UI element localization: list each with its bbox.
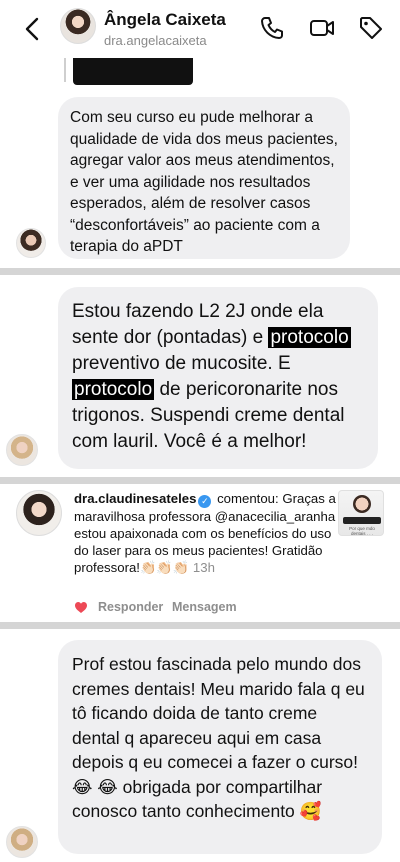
redacted-block bbox=[73, 58, 193, 85]
commenter-avatar[interactable] bbox=[16, 490, 62, 536]
highlighted-word: protocolo bbox=[72, 379, 155, 400]
comment-action: comentou: bbox=[213, 491, 279, 506]
message-bubble[interactable]: Estou fazendo L2 2J onde ela sente dor (… bbox=[58, 287, 378, 469]
contact-avatar[interactable] bbox=[60, 8, 96, 44]
tag-icon[interactable] bbox=[357, 14, 385, 42]
message-text: preventivo de mucosite. E bbox=[72, 353, 291, 374]
section-divider bbox=[0, 268, 400, 275]
verified-badge-icon: ✓ bbox=[198, 495, 212, 508]
highlighted-word: protocolo bbox=[268, 327, 351, 348]
sender-avatar bbox=[16, 228, 46, 258]
contact-username[interactable]: dra.angelacaixeta bbox=[104, 33, 207, 48]
thumbnail-caption: Por que mdo dentais . . . bbox=[349, 526, 375, 536]
thumbnail-banner bbox=[343, 517, 381, 524]
message-button[interactable]: Mensagem bbox=[172, 600, 237, 614]
comment-body: dra.claudinesateles ✓ comentou: Graças a … bbox=[74, 490, 336, 576]
phone-icon[interactable] bbox=[258, 14, 286, 42]
message-bubble[interactable]: Prof estou fascinada pelo mundo dos crem… bbox=[58, 640, 382, 854]
sender-avatar bbox=[6, 826, 38, 858]
message-bubble[interactable]: Com seu curso eu pude melhorar a qualida… bbox=[58, 97, 350, 259]
message-text: Prof estou fascinada pelo mundo dos crem… bbox=[72, 654, 365, 821]
comment-time: 13h bbox=[192, 560, 215, 575]
thumbnail-face bbox=[353, 495, 371, 513]
video-call-icon[interactable] bbox=[308, 14, 336, 42]
reply-button[interactable]: Responder bbox=[98, 600, 163, 614]
section-divider bbox=[0, 622, 400, 629]
message-text: Com seu curso eu pude melhorar a qualida… bbox=[70, 109, 338, 255]
section-divider bbox=[0, 477, 400, 484]
contact-name[interactable]: Ângela Caixeta bbox=[104, 10, 226, 30]
back-chevron-icon[interactable] bbox=[18, 14, 46, 44]
post-thumbnail[interactable]: Por que mdo dentais . . . bbox=[338, 490, 384, 536]
commenter-username[interactable]: dra.claudinesateles bbox=[74, 491, 196, 506]
heart-icon[interactable] bbox=[74, 601, 88, 614]
quoted-line bbox=[64, 58, 66, 82]
chat-header: Ângela Caixeta dra.angelacaixeta bbox=[0, 0, 400, 60]
sender-avatar bbox=[6, 434, 38, 466]
